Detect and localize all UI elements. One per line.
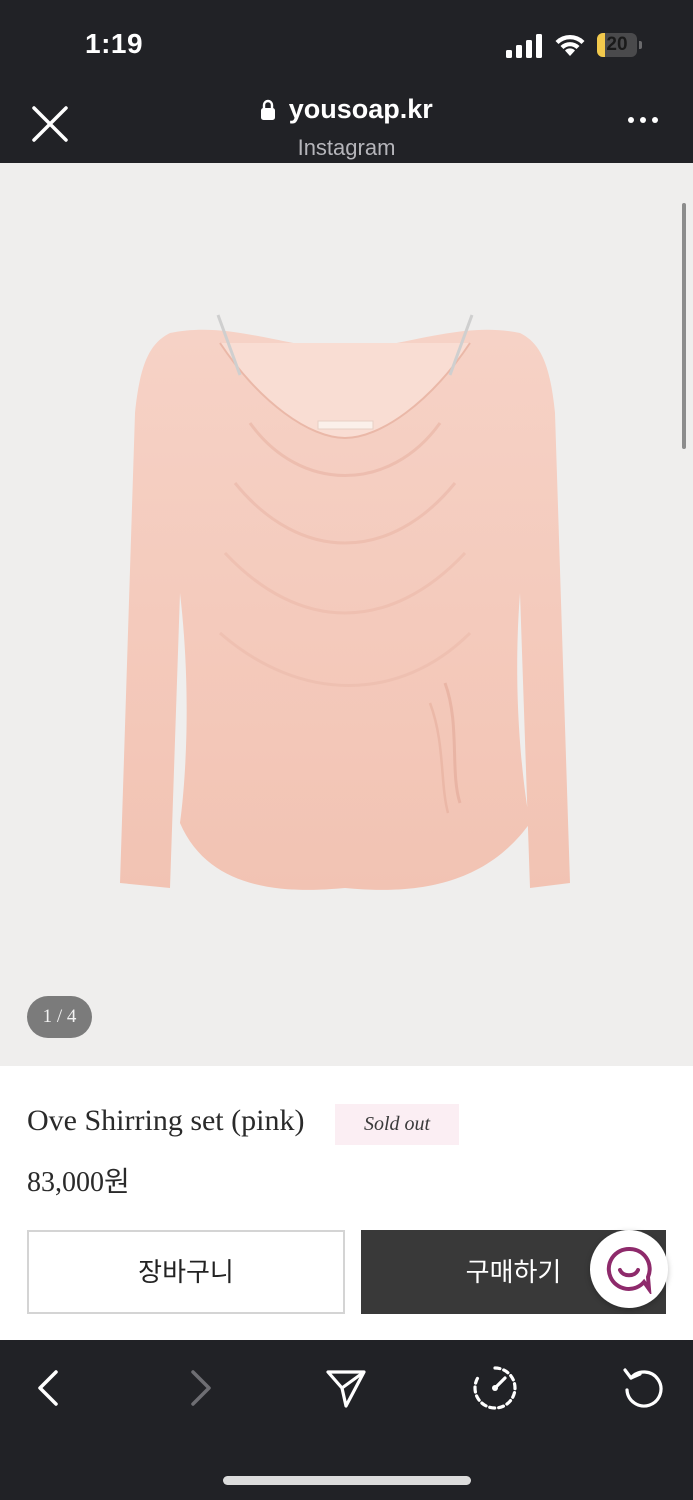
- browser-header: yousoap.kr Instagram: [0, 90, 693, 163]
- status-bar: 1:19 20: [0, 0, 693, 90]
- image-counter: 1 / 4: [27, 996, 92, 1038]
- wifi-icon: [555, 34, 585, 56]
- battery-indicator: 20: [597, 33, 643, 57]
- product-gallery[interactable]: 1 / 4: [0, 163, 693, 1066]
- reload-icon[interactable]: [619, 1364, 667, 1412]
- lock-icon: [261, 99, 276, 120]
- speed-icon[interactable]: [471, 1364, 519, 1412]
- forward-icon[interactable]: [175, 1364, 223, 1412]
- referrer-label: Instagram: [297, 135, 396, 160]
- add-to-cart-button[interactable]: 장바구니: [27, 1230, 345, 1314]
- status-time: 1:19: [85, 28, 144, 59]
- purchase-bar: 장바구니 구매하기: [0, 1212, 693, 1340]
- product-info: Ove Shirring set (pink) Sold out 83,000원: [0, 1066, 693, 1212]
- sold-out-badge: Sold out: [335, 1104, 459, 1145]
- back-icon[interactable]: [26, 1364, 74, 1412]
- chat-button[interactable]: [590, 1230, 668, 1308]
- product-title: Ove Shirring set (pink): [27, 1104, 305, 1137]
- product-image: [120, 314, 570, 890]
- cellular-signal-icon: [506, 34, 542, 58]
- more-icon[interactable]: [626, 112, 660, 128]
- home-indicator-bar[interactable]: [223, 1476, 471, 1485]
- share-icon[interactable]: [322, 1364, 370, 1412]
- page-url: yousoap.kr: [288, 94, 433, 124]
- product-price: 83,000원: [27, 1167, 130, 1198]
- url-display[interactable]: yousoap.kr: [0, 94, 693, 125]
- page-scrollbar[interactable]: [682, 203, 686, 449]
- chat-icon: [606, 1246, 652, 1294]
- battery-level: 20: [606, 34, 628, 55]
